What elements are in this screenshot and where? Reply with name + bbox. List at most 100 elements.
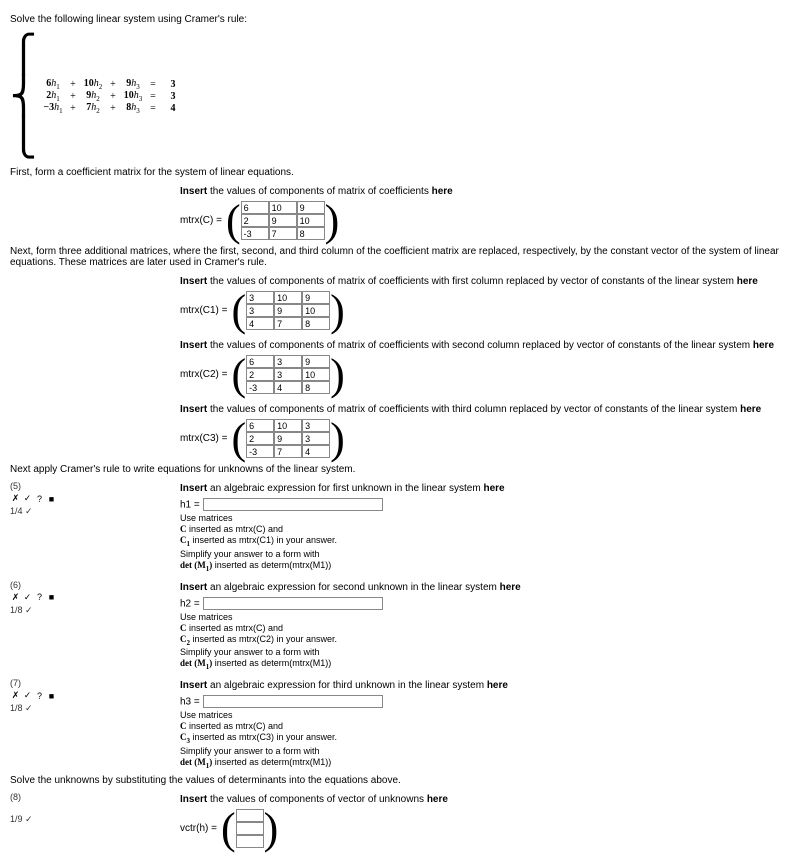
matrix-cell-input[interactable] [246, 445, 274, 458]
q7-num: (7) [10, 678, 180, 688]
matrix-c3 [246, 419, 330, 458]
vector-cell-input[interactable] [236, 822, 264, 835]
intro-text: Solve the following linear system using … [10, 14, 792, 25]
paren-left-icon: ( [232, 421, 247, 456]
matrix-cell-input[interactable] [246, 355, 274, 368]
help-icon[interactable]: ? [34, 493, 45, 504]
mc1-prompt: Insert the values of components of matri… [180, 276, 792, 287]
q7-score: 1/8 ✓ [10, 703, 180, 714]
step4-text: Solve the unknowns by substituting the v… [10, 775, 792, 786]
matrix-cell-input[interactable] [274, 317, 302, 330]
help-icon[interactable]: ? [34, 690, 45, 701]
h2-prompt: Insert an algebraic expression for secon… [180, 582, 792, 593]
matrix-cell-input[interactable] [302, 368, 330, 381]
toolbar-icons: ✗ ✓ ? ■ [10, 690, 180, 701]
matrix-cell-input[interactable] [246, 304, 274, 317]
check-icon[interactable]: ✓ [22, 690, 33, 701]
mc3-label: mtrx(C3) = [180, 433, 228, 444]
matrix-cell-input[interactable] [302, 317, 330, 330]
x-icon[interactable]: ✗ [10, 493, 21, 504]
matrix-cell-input[interactable] [269, 201, 297, 214]
matrix-cell-input[interactable] [302, 419, 330, 432]
step3-text: Next apply Cramer's rule to write equati… [10, 464, 792, 475]
box-icon[interactable]: ■ [46, 592, 57, 603]
matrix-cell-input[interactable] [302, 291, 330, 304]
q5-score: 1/4 ✓ [10, 506, 180, 517]
mc2-prompt: Insert the values of components of matri… [180, 340, 792, 351]
paren-right-icon: ) [264, 811, 279, 846]
matrix-cell-input[interactable] [246, 317, 274, 330]
paren-left-icon: ( [226, 203, 241, 238]
brace-icon: ⎧⎨⎩ [10, 33, 37, 159]
hint: Simplify your answer to a form with [180, 549, 792, 559]
paren-right-icon: ) [330, 293, 345, 328]
matrix-cell-input[interactable] [274, 381, 302, 394]
step1-text: First, form a coefficient matrix for the… [10, 167, 792, 178]
vh-label: vctr(h) = [180, 823, 217, 834]
x-icon[interactable]: ✗ [10, 592, 21, 603]
h3-input[interactable] [203, 695, 383, 708]
matrix-cell-input[interactable] [302, 432, 330, 445]
matrix-cell-input[interactable] [246, 419, 274, 432]
box-icon[interactable]: ■ [46, 493, 57, 504]
matrix-cell-input[interactable] [274, 432, 302, 445]
q6-score: 1/8 ✓ [10, 605, 180, 616]
toolbar-icons: ✗ ✓ ? ■ [10, 493, 180, 504]
hint: C2 inserted as mtrx(C2) in your answer. [180, 634, 792, 647]
matrix-cell-input[interactable] [246, 291, 274, 304]
hint: det (M1) inserted as determ(mtrx(M1)) [180, 560, 792, 573]
hint: Use matrices [180, 612, 792, 622]
matrix-c2 [246, 355, 330, 394]
matrix-cell-input[interactable] [274, 291, 302, 304]
matrix-cell-input[interactable] [302, 355, 330, 368]
mc2-label: mtrx(C2) = [180, 369, 228, 380]
matrix-cell-input[interactable] [274, 368, 302, 381]
q5-num: (5) [10, 481, 180, 491]
matrix-c1 [246, 291, 330, 330]
x-icon[interactable]: ✗ [10, 690, 21, 701]
help-icon[interactable]: ? [34, 592, 45, 603]
h1-input[interactable] [203, 498, 383, 511]
matrix-cell-input[interactable] [302, 381, 330, 394]
matrix-cell-input[interactable] [269, 227, 297, 240]
matrix-cell-input[interactable] [274, 355, 302, 368]
matrix-cell-input[interactable] [241, 227, 269, 240]
h2-label: h2 = [180, 598, 200, 609]
q8-score: 1/9 ✓ [10, 814, 180, 825]
matrix-cell-input[interactable] [297, 201, 325, 214]
matrix-cell-input[interactable] [302, 445, 330, 458]
hint: C1 inserted as mtrx(C1) in your answer. [180, 535, 792, 548]
matrix-cell-input[interactable] [241, 214, 269, 227]
matrix-cell-input[interactable] [274, 445, 302, 458]
q6-num: (6) [10, 580, 180, 590]
h1-prompt: Insert an algebraic expression for first… [180, 483, 792, 494]
vector-cell-input[interactable] [236, 809, 264, 822]
mc1-label: mtrx(C1) = [180, 305, 228, 316]
matrix-cell-input[interactable] [297, 227, 325, 240]
mc-label: mtrx(C) = [180, 215, 222, 226]
matrix-cell-input[interactable] [241, 201, 269, 214]
box-icon[interactable]: ■ [46, 690, 57, 701]
hint: C inserted as mtrx(C) and [180, 721, 792, 731]
h2-input[interactable] [203, 597, 383, 610]
paren-right-icon: ) [325, 203, 340, 238]
h1-label: h1 = [180, 500, 200, 511]
paren-right-icon: ) [330, 357, 345, 392]
hint: C3 inserted as mtrx(C3) in your answer. [180, 732, 792, 745]
hint: det (M1) inserted as determ(mtrx(M1)) [180, 658, 792, 671]
hint: C inserted as mtrx(C) and [180, 524, 792, 534]
h3-label: h3 = [180, 697, 200, 708]
matrix-cell-input[interactable] [246, 432, 274, 445]
matrix-cell-input[interactable] [274, 304, 302, 317]
matrix-cell-input[interactable] [246, 368, 274, 381]
check-icon[interactable]: ✓ [22, 493, 33, 504]
vector-cell-input[interactable] [236, 835, 264, 848]
matrix-cell-input[interactable] [274, 419, 302, 432]
matrix-cell-input[interactable] [269, 214, 297, 227]
matrix-cell-input[interactable] [246, 381, 274, 394]
paren-left-icon: ( [232, 293, 247, 328]
matrix-cell-input[interactable] [302, 304, 330, 317]
paren-left-icon: ( [221, 811, 236, 846]
matrix-cell-input[interactable] [297, 214, 325, 227]
check-icon[interactable]: ✓ [22, 592, 33, 603]
